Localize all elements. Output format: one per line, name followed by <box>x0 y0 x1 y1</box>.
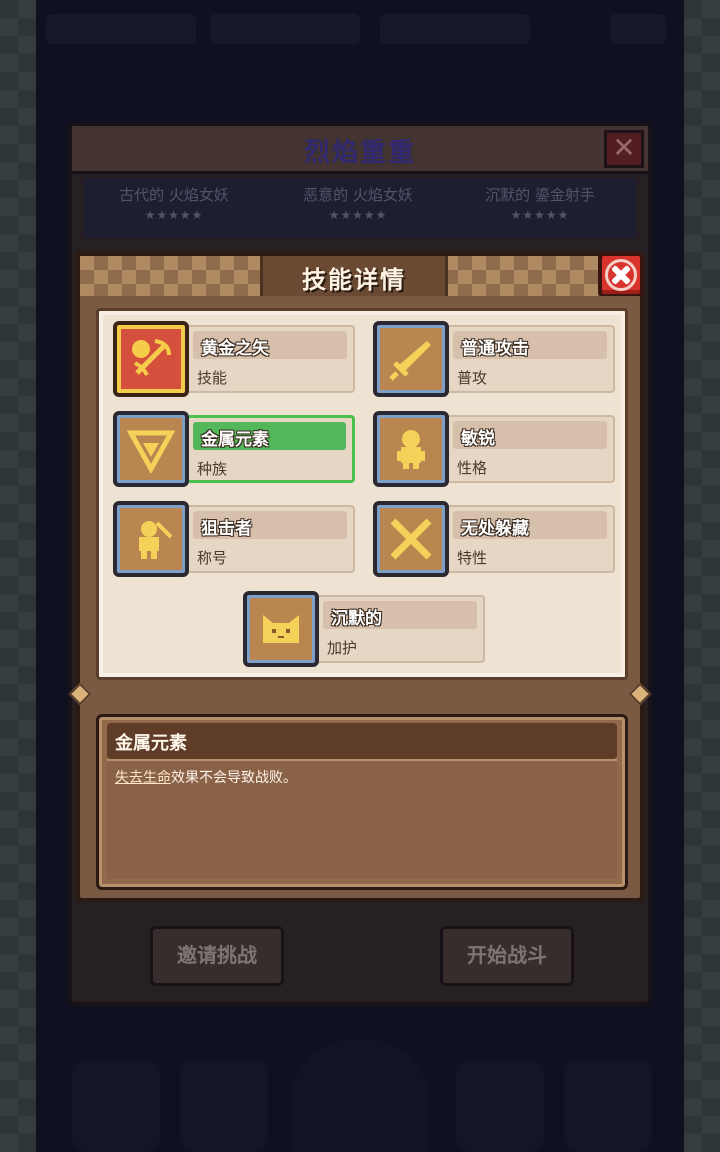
skill-type: 性格 <box>457 459 488 477</box>
skill-card-selected[interactable]: 金属元素 种族 <box>113 411 355 487</box>
skill-name: 沉默的 <box>331 609 382 629</box>
skill-name: 狙击者 <box>201 519 252 539</box>
skill-card[interactable]: 无处躲藏 特性 <box>373 501 615 577</box>
skill-card[interactable]: 黄金之矢 技能 <box>113 321 355 397</box>
close-icon <box>605 259 637 291</box>
metal-element-icon <box>113 411 189 487</box>
skill-type: 技能 <box>197 369 228 387</box>
skill-card[interactable]: 敏锐 性格 <box>373 411 615 487</box>
skill-type: 特性 <box>457 549 488 567</box>
skill-type: 普攻 <box>457 369 488 387</box>
bottom-nav-dimmed <box>36 1010 684 1152</box>
cat-face-icon <box>243 591 319 667</box>
enemy-stars: ★★★★★ <box>510 208 570 222</box>
golden-arrow-icon <box>113 321 189 397</box>
skill-type: 称号 <box>197 549 228 567</box>
skill-text: 普通攻击 普攻 <box>449 325 615 393</box>
keen-figure-icon <box>373 411 449 487</box>
stage-title: 烈焰重重 <box>303 138 416 168</box>
start-battle-button[interactable]: 开始战斗 <box>440 926 574 986</box>
description-title: 金属元素 <box>115 733 187 754</box>
skill-type: 加护 <box>327 639 358 657</box>
skill-text: 沉默的 加护 <box>319 595 485 663</box>
sniper-figure-icon <box>113 501 189 577</box>
sword-icon <box>373 321 449 397</box>
dialog-body: 黄金之矢 技能 普通攻击 普攻 金属元素 种族 敏锐 性格 狙击者 称号 无处躲… <box>68 296 652 902</box>
skill-card[interactable]: 狙击者 称号 <box>113 501 355 577</box>
enemy-stars: ★★★★★ <box>328 208 388 222</box>
skill-name: 无处躲藏 <box>461 519 529 539</box>
skills-grid: 黄金之矢 技能 普通攻击 普攻 金属元素 种族 敏锐 性格 狙击者 称号 无处躲… <box>96 308 628 680</box>
enemy-name: 古代的 火焰女妖 <box>119 186 229 204</box>
description-panel: 金属元素 失去生命效果不会导致战败。 <box>96 714 628 890</box>
title-plate: 技能详情 <box>260 256 448 296</box>
dialog-header: 技能详情 <box>76 252 624 300</box>
right-border-pattern <box>684 0 720 1152</box>
skill-text: 狙击者 称号 <box>189 505 355 573</box>
left-border-pattern <box>0 0 36 1152</box>
enemy-stars: ★★★★★ <box>144 208 204 222</box>
skill-card[interactable]: 沉默的 加护 <box>243 591 485 667</box>
skill-card[interactable]: 普通攻击 普攻 <box>373 321 615 397</box>
enemy-name: 恶意的 火焰女妖 <box>303 186 413 204</box>
stage-close-button[interactable]: ✕ <box>604 130 644 168</box>
keyword-link[interactable]: 失去生命 <box>115 770 171 786</box>
stage-header: 烈焰重重 ✕ <box>72 126 648 174</box>
skill-type: 种族 <box>197 460 228 478</box>
skill-text: 金属元素 种族 <box>189 415 355 483</box>
top-hud-dimmed <box>40 6 680 66</box>
skill-text: 无处躲藏 特性 <box>449 505 615 573</box>
skill-details-dialog: 技能详情 黄金之矢 技能 普通攻击 普攻 金属元素 种族 敏锐 性格 狙击者 称… <box>68 252 652 902</box>
crossed-swords-icon <box>373 501 449 577</box>
invite-challenge-button[interactable]: 邀请挑战 <box>150 926 284 986</box>
enemy-name: 沉默的 鎏金射手 <box>485 186 595 204</box>
description-text: 失去生命效果不会导致战败。 <box>115 767 297 787</box>
skill-name: 黄金之矢 <box>201 339 269 359</box>
dialog-title: 技能详情 <box>302 266 406 294</box>
skill-text: 敏锐 性格 <box>449 415 615 483</box>
description-body: 效果不会导致战败。 <box>171 770 297 786</box>
skill-name: 普通攻击 <box>461 339 529 359</box>
close-button[interactable] <box>598 252 644 298</box>
skill-text: 黄金之矢 技能 <box>189 325 355 393</box>
skill-name: 敏锐 <box>461 429 495 449</box>
skill-name: 金属元素 <box>201 430 269 450</box>
enemy-list: 古代的 火焰女妖 ★★★★★ 恶意的 火焰女妖 ★★★★★ 沉默的 鎏金射手 ★… <box>84 178 636 238</box>
